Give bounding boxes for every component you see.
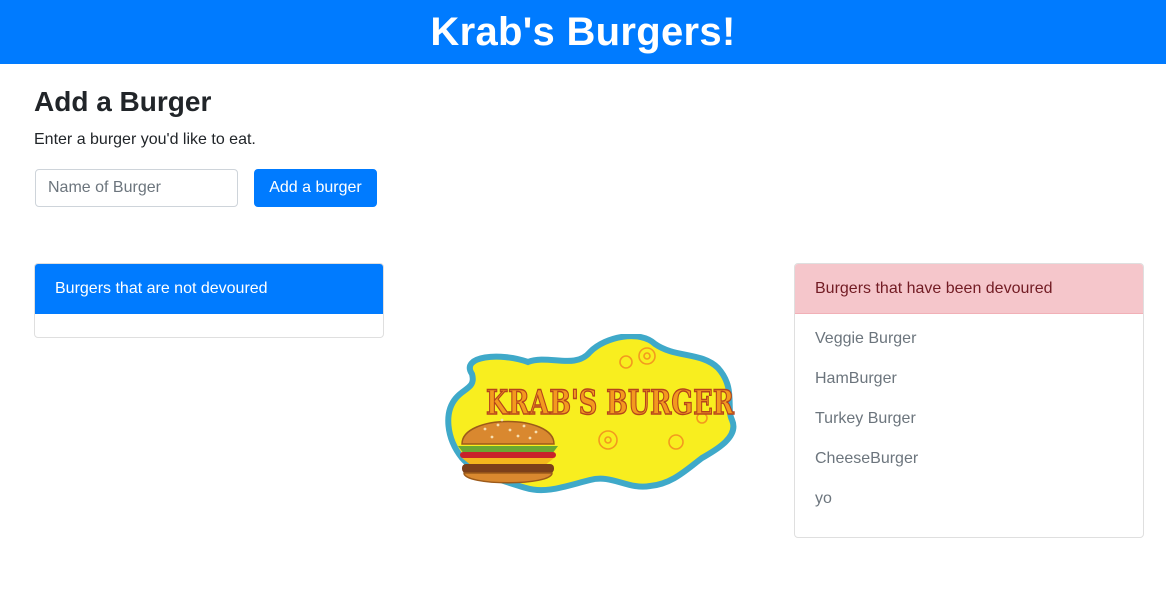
- krabs-burger-logo: KRAB'S BURGER: [445, 334, 737, 494]
- not-devoured-list: [35, 314, 383, 326]
- burger-icon: [458, 418, 558, 484]
- devoured-item: Veggie Burger: [815, 330, 917, 347]
- top-banner: Krab's Burgers!: [0, 0, 1166, 64]
- burger-name-input[interactable]: [35, 169, 238, 207]
- not-devoured-card: Burgers that are not devoured: [34, 263, 384, 338]
- logo-wordmark: KRAB'S BURGER: [486, 383, 735, 423]
- devoured-header: Burgers that have been devoured: [795, 264, 1143, 314]
- devoured-card: Burgers that have been devoured Veggie B…: [794, 263, 1144, 538]
- add-burger-description: Enter a burger you'd like to eat.: [34, 131, 256, 148]
- devoured-item: Turkey Burger: [815, 410, 916, 427]
- devoured-list: Veggie Burger HamBurger Turkey Burger Ch…: [795, 314, 1143, 526]
- add-burger-heading: Add a Burger: [34, 86, 212, 117]
- not-devoured-header: Burgers that are not devoured: [35, 264, 383, 314]
- devoured-item: CheeseBurger: [815, 450, 919, 467]
- devoured-item: yo: [815, 490, 832, 507]
- site-title: Krab's Burgers!: [430, 9, 736, 54]
- add-burger-button[interactable]: Add a burger: [254, 169, 377, 207]
- devoured-item: HamBurger: [815, 370, 897, 387]
